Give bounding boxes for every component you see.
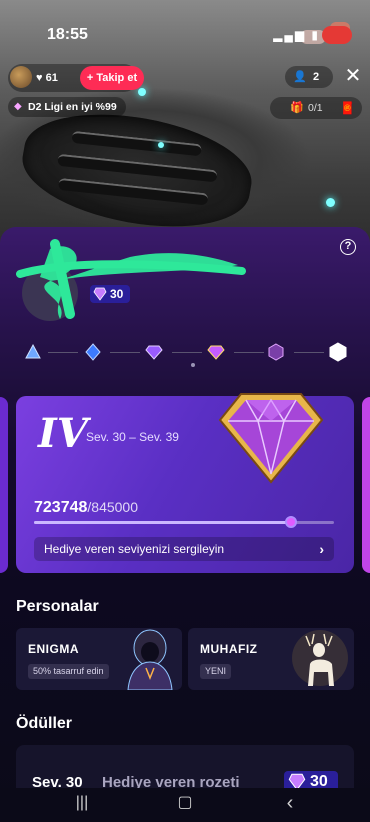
follow-button[interactable]: + Takip et <box>80 66 144 90</box>
points-progress-fill <box>34 521 291 524</box>
recording-indicator-icon <box>322 26 352 44</box>
gift-icon: 🎁 <box>290 102 304 114</box>
persona-tag: YENI <box>200 664 232 679</box>
persona-card-muhafiz[interactable]: MUHAFIZ YENI <box>188 628 354 690</box>
personas-title: Personalar <box>16 598 99 615</box>
recent-apps-icon[interactable]: ||| <box>72 793 92 813</box>
diamond-icon <box>93 287 107 301</box>
progress-gem-icon <box>284 516 297 528</box>
tier-gem-icon <box>218 393 324 484</box>
persona-name: ENIGMA <box>28 642 79 656</box>
current-points: 723748 <box>34 499 88 516</box>
chevron-right-icon: › <box>319 541 324 557</box>
person-icon: 👤 <box>293 71 307 83</box>
next-tier-card[interactable] <box>362 397 370 573</box>
gifter-level-sheet: ? 30 IV Sev. 30 – Sev. 39 723748/845000 … <box>0 227 370 822</box>
diamond-icon: ◆ <box>14 101 22 112</box>
host-avatar[interactable] <box>10 66 32 88</box>
previous-tier-card[interactable] <box>0 397 8 573</box>
heart-icon: ♥ <box>36 72 43 84</box>
status-bar: 18:55 ▂▄▆ ▮ <box>0 24 370 48</box>
persona-card-enigma[interactable]: ENIGMA 50% tasarruf edin <box>16 628 182 690</box>
points-progress-bar <box>34 516 334 528</box>
blue-gem-icon[interactable] <box>84 343 102 361</box>
purple-gem-icon[interactable] <box>145 343 163 361</box>
show-gifter-level-label: Hediye veren seviyenizi sergileyin <box>44 542 225 556</box>
light-particle <box>326 198 335 207</box>
current-tier-indicator <box>191 363 195 367</box>
level-badge: 30 <box>90 285 130 303</box>
league-rank[interactable]: ◆ D2 Ligi en iyi %99 <box>8 97 126 117</box>
enigma-character-icon <box>127 629 173 690</box>
signal-icon: ▂▄▆ ▮ <box>273 28 320 42</box>
host-like-count: 61 <box>45 72 58 84</box>
redaction-scribble <box>16 239 246 319</box>
league-rank-text: D2 Ligi en iyi %99 <box>28 101 117 113</box>
pink-gem-icon[interactable] <box>267 343 285 361</box>
violet-gem-icon[interactable] <box>207 343 225 361</box>
light-particle <box>158 142 164 148</box>
tier-level-range: Sev. 30 – Sev. 39 <box>86 430 179 444</box>
show-gifter-level-button[interactable]: Hediye veren seviyenizi sergileyin › <box>34 537 334 561</box>
persona-name: MUHAFIZ <box>200 642 258 656</box>
gift-goal-count: 0/1 <box>308 102 323 114</box>
viewer-count[interactable]: 👤 2 <box>285 66 333 88</box>
close-icon[interactable]: ✕ <box>343 66 363 86</box>
tier-progression <box>22 341 352 363</box>
rewards-title: Ödüller <box>16 715 73 732</box>
light-particle <box>138 88 146 96</box>
system-navigation-bar: ||| ▢ ‹ <box>0 788 370 822</box>
car-air-vent <box>14 98 260 243</box>
persona-tag: 50% tasarruf edin <box>28 664 109 679</box>
home-icon[interactable]: ▢ <box>175 793 195 813</box>
treasure-icon: 🧧 <box>340 101 355 115</box>
back-icon[interactable]: ‹ <box>280 793 300 813</box>
tier-roman-numeral: IV <box>38 410 88 457</box>
points-total: /845000 <box>87 499 138 515</box>
bronze-gem-icon[interactable] <box>24 343 42 361</box>
clock: 18:55 <box>47 26 88 43</box>
deer-guardian-icon <box>292 630 348 686</box>
level-badge-value: 30 <box>110 287 124 301</box>
gift-goal[interactable]: 🎁 0/1 🧧 <box>270 97 362 119</box>
viewer-count-value: 2 <box>313 71 320 83</box>
points-progress-text: 723748/845000 <box>34 499 138 517</box>
help-icon[interactable]: ? <box>340 239 356 255</box>
tier-card: IV Sev. 30 – Sev. 39 723748/845000 Hediy… <box>16 393 354 573</box>
white-gem-icon[interactable] <box>328 342 348 362</box>
host-info[interactable]: ♥ 61 + Takip et <box>8 64 144 92</box>
